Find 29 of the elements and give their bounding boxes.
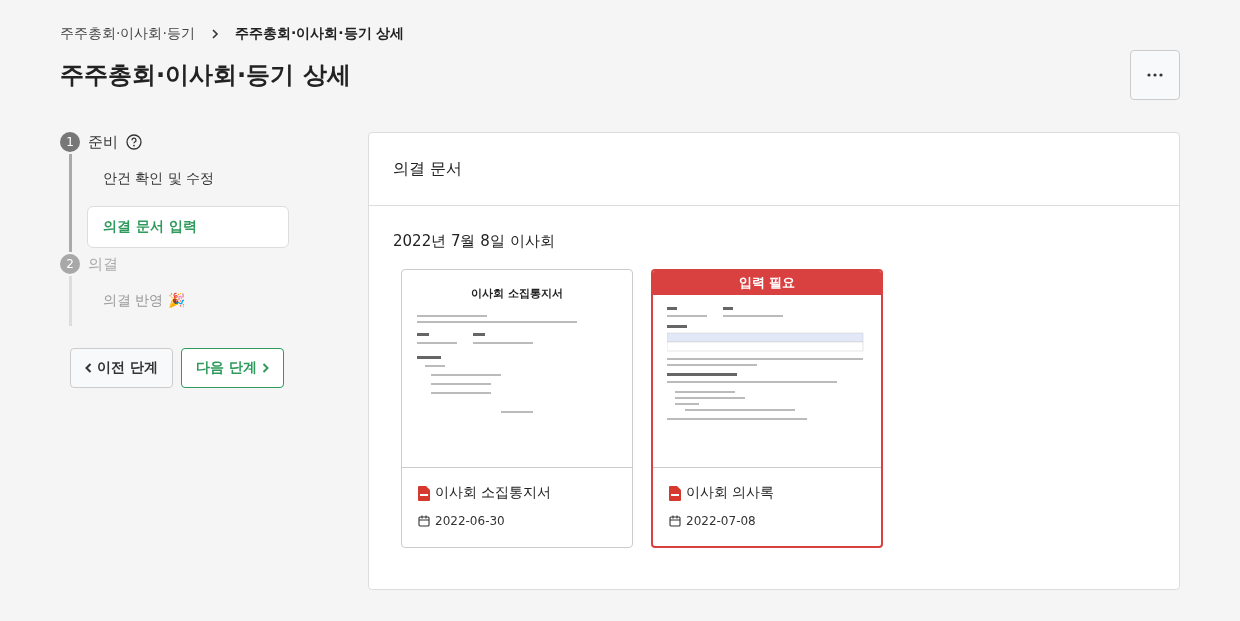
chevron-right-icon — [261, 363, 269, 373]
substep-item[interactable]: 의결 문서 입력 — [87, 206, 289, 248]
document-name: 이사회 소집통지서 — [435, 484, 552, 502]
page-title: 주주총회·이사회·등기 상세 — [60, 60, 351, 91]
document-date: 2022-07-08 — [686, 514, 756, 528]
document-card[interactable]: 입력 필요 이사회 의사록 2022-07-08 — [651, 269, 883, 548]
calendar-icon — [669, 515, 681, 527]
document-date: 2022-06-30 — [435, 514, 505, 528]
breadcrumb-link[interactable]: 주주총회·이사회·등기 — [60, 25, 195, 43]
step-number: 2 — [60, 254, 80, 274]
chevron-left-icon — [85, 363, 92, 373]
next-step-button[interactable]: 다음 단계 — [180, 348, 284, 388]
substep-item[interactable]: 안건 확인 및 수정 — [87, 158, 289, 200]
document-card[interactable]: 이사회 소집통지서 이사회 소집통지서 2022-06-30 — [401, 269, 633, 548]
step-label: 의결 — [88, 254, 118, 274]
panel-title: 의결 문서 — [369, 133, 1179, 206]
input-required-badge: 입력 필요 — [653, 271, 881, 295]
previous-step-button[interactable]: 이전 단계 — [70, 348, 173, 388]
pdf-file-icon — [669, 485, 681, 501]
step-label: 준비 — [88, 132, 118, 152]
more-icon — [1147, 73, 1163, 77]
chevron-right-icon — [210, 29, 219, 39]
preview-title: 이사회 소집통지서 — [471, 286, 563, 301]
calendar-icon — [418, 515, 430, 527]
section-heading: 2022년 7월 8일 이사회 — [393, 232, 556, 251]
pdf-file-icon — [418, 485, 430, 501]
help-icon[interactable] — [126, 134, 142, 150]
step-number: 1 — [60, 132, 80, 152]
document-name: 이사회 의사록 — [686, 484, 775, 502]
